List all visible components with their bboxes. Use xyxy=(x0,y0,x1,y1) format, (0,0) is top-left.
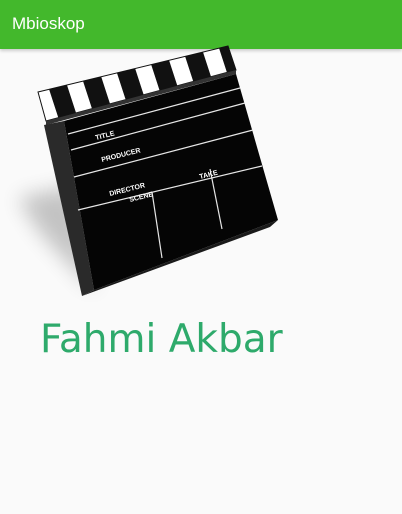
profile-name: Fahmi Akbar xyxy=(40,317,283,362)
clapperboard-icon: TITLE PRODUCER DIRECTOR SCENE TAKE xyxy=(0,40,300,310)
app-title: Mbioskop xyxy=(12,14,85,33)
